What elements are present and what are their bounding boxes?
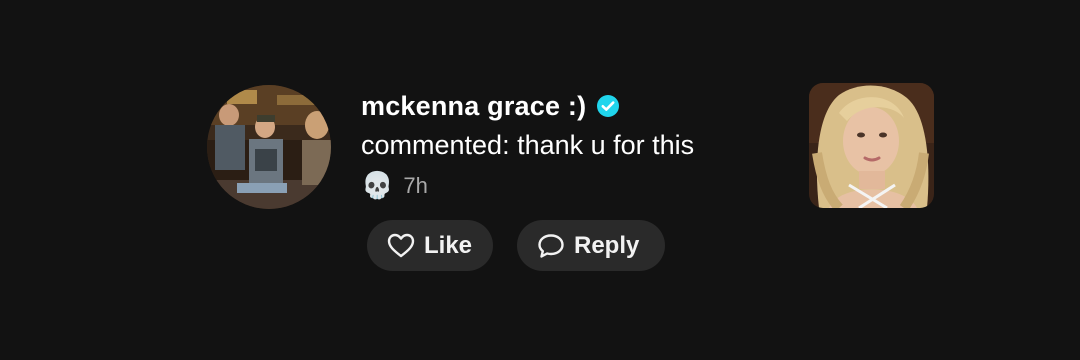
like-button[interactable]: Like	[367, 220, 493, 271]
timestamp: 7h	[403, 173, 428, 198]
comment-text[interactable]: commented: thank u for this	[361, 127, 694, 163]
video-thumbnail[interactable]	[809, 83, 934, 208]
reply-label: Reply	[574, 231, 640, 259]
speech-bubble-icon	[538, 233, 564, 258]
notification-item[interactable]: mckenna grace :) commented: thank u for …	[0, 0, 1080, 360]
username-row: mckenna grace :)	[361, 86, 620, 126]
skull-emoji: 💀	[361, 171, 394, 201]
user-avatar[interactable]	[207, 85, 331, 209]
like-label: Like	[424, 231, 473, 259]
verified-badge-icon	[596, 94, 620, 118]
heart-outline-icon	[387, 233, 415, 257]
username[interactable]: mckenna grace :)	[361, 91, 586, 122]
meta-row: 💀 7h	[361, 168, 428, 204]
reply-button[interactable]: Reply	[517, 220, 665, 271]
